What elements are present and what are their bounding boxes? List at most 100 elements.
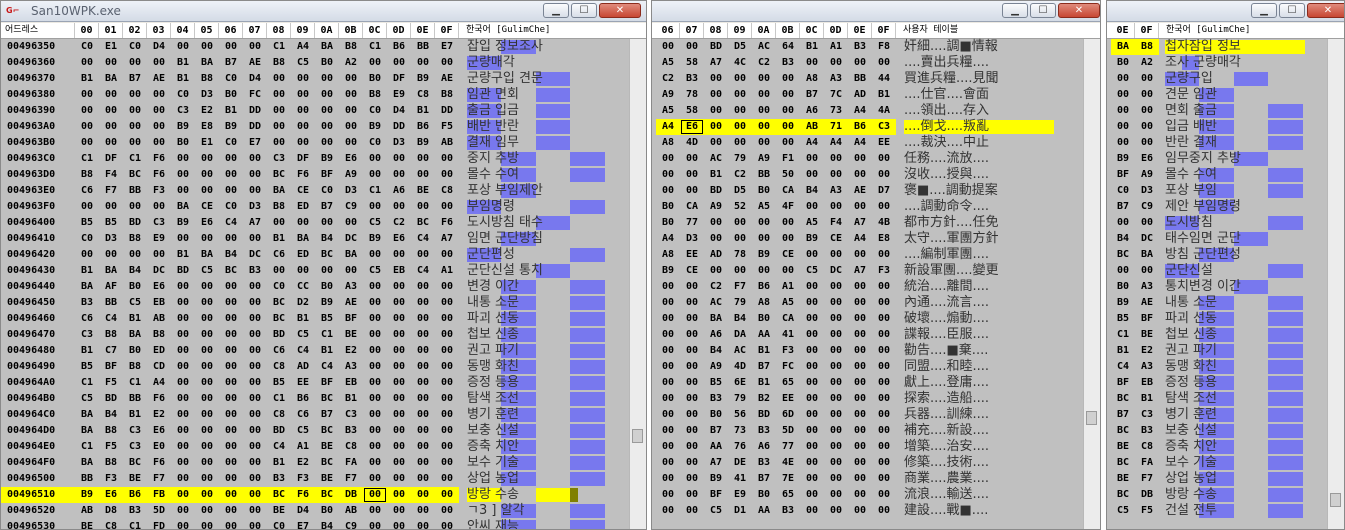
hex-byte-cell[interactable]: C4 xyxy=(315,359,339,375)
hex-byte-cell[interactable]: 00 xyxy=(680,423,704,439)
hex-byte-cell[interactable]: B0 xyxy=(363,71,387,87)
hex-byte-cell[interactable]: F1 xyxy=(776,151,800,167)
hex-byte-cell[interactable]: B3 xyxy=(752,423,776,439)
hex-byte-cell[interactable]: 00 xyxy=(387,487,411,503)
hex-byte-cell[interactable]: 00 xyxy=(800,295,824,311)
hex-byte-cell[interactable]: 00 xyxy=(752,103,776,119)
hex-byte-cell[interactable]: AC xyxy=(704,295,728,311)
hex-byte-cell[interactable]: AC xyxy=(728,343,752,359)
close-button[interactable]: ✕ xyxy=(1058,3,1100,18)
hex-byte-cell[interactable]: CA xyxy=(776,311,800,327)
hex-byte-cell[interactable]: F4 xyxy=(99,167,123,183)
hex-byte-cell[interactable]: 00 xyxy=(800,375,824,391)
hex-byte-cell[interactable]: 00 xyxy=(848,327,872,343)
hex-byte-cell[interactable]: 00 xyxy=(752,71,776,87)
hex-byte-cell[interactable]: 00 xyxy=(363,151,387,167)
hex-byte-cell[interactable]: 00 xyxy=(872,151,896,167)
hex-byte-cell[interactable]: F5 xyxy=(1135,503,1159,519)
hex-byte-cell[interactable]: BD xyxy=(99,391,123,407)
hex-byte-cell[interactable]: 00 xyxy=(728,71,752,87)
hex-byte-cell[interactable]: BF xyxy=(339,311,363,327)
hex-byte-cell[interactable]: BF xyxy=(1135,311,1159,327)
hex-byte-cell[interactable]: 00 xyxy=(728,103,752,119)
hex-byte-cell[interactable]: FC xyxy=(243,87,267,103)
hex-row[interactable]: A4 D3 00 00 00 00 B9 CE A4 E8 太守....軍團方針 xyxy=(652,231,1082,247)
hex-row[interactable]: 004963A0 00 00 00 00 B9 E8 B9 DD 00 00 00 00 B9 DD B6 F5… xyxy=(1,119,631,135)
hex-byte-cell[interactable]: 00 xyxy=(315,215,339,231)
vertical-scrollbar[interactable] xyxy=(629,39,646,529)
hex-byte-cell[interactable]: 00 xyxy=(824,295,848,311)
hex-byte-cell[interactable]: B9 xyxy=(411,135,435,151)
hex-byte-cell[interactable]: B7 xyxy=(752,471,776,487)
hex-byte-cell[interactable]: 00 xyxy=(411,487,435,503)
hex-byte-cell[interactable]: 5D xyxy=(776,423,800,439)
hex-byte-cell[interactable]: B0 xyxy=(752,487,776,503)
hex-byte-cell[interactable]: BF xyxy=(1111,375,1135,391)
minimize-button[interactable]: ▁ xyxy=(1002,3,1028,18)
hex-byte-cell[interactable]: B5 xyxy=(75,359,99,375)
hex-byte-cell[interactable]: 00 xyxy=(728,135,752,151)
hex-byte-cell[interactable]: BD xyxy=(752,407,776,423)
hex-byte-cell[interactable]: B8 xyxy=(99,327,123,343)
hex-byte-cell[interactable]: C6 xyxy=(75,311,99,327)
hex-byte-cell[interactable]: 00 xyxy=(435,55,459,71)
hex-byte-cell[interactable]: 00 xyxy=(171,311,195,327)
hex-byte-cell[interactable]: 00 xyxy=(1111,263,1135,279)
hex-byte-cell[interactable]: 00 xyxy=(824,487,848,503)
hex-byte-cell[interactable]: 00 xyxy=(411,359,435,375)
hex-byte-cell[interactable]: 00 xyxy=(656,455,680,471)
hex-byte-cell[interactable]: C5 xyxy=(363,215,387,231)
hex-byte-cell[interactable]: DE xyxy=(728,455,752,471)
hex-byte-cell[interactable]: 4B xyxy=(872,215,896,231)
hex-byte-cell[interactable]: 00 xyxy=(219,311,243,327)
hex-byte-cell[interactable]: B9 xyxy=(704,471,728,487)
hex-byte-cell[interactable]: 00 xyxy=(824,375,848,391)
hex-byte-cell[interactable]: 00 xyxy=(1111,215,1135,231)
hex-row[interactable]: 00496420 00 00 00 00 B1 BA B4 DC C6 ED BC BA 00 00 00 00… xyxy=(1,247,631,263)
hex-byte-cell[interactable]: C4 xyxy=(1111,359,1135,375)
hex-row[interactable]: BC BA 방침 군단편성 xyxy=(1107,247,1329,263)
hex-byte-cell[interactable]: 00 xyxy=(1135,119,1159,135)
hex-byte-cell[interactable]: 00 xyxy=(219,327,243,343)
hex-byte-cell[interactable]: 00 xyxy=(435,407,459,423)
hex-byte-cell[interactable]: BC xyxy=(1111,391,1135,407)
hex-byte-cell[interactable]: CE xyxy=(680,263,704,279)
hex-byte-cell[interactable]: 00 xyxy=(123,135,147,151)
hex-byte-cell[interactable]: 00 xyxy=(195,311,219,327)
hex-byte-cell[interactable]: 00 xyxy=(147,119,171,135)
hex-byte-cell[interactable]: 00 xyxy=(848,407,872,423)
hex-row[interactable]: B4 DC 태수임면 군단 xyxy=(1107,231,1329,247)
hex-byte-cell[interactable]: 00 xyxy=(195,327,219,343)
hex-byte-cell[interactable]: B5 xyxy=(1111,311,1135,327)
hex-byte-cell[interactable]: 00 xyxy=(435,471,459,487)
hex-byte-cell[interactable]: 00 xyxy=(315,135,339,151)
hex-byte-cell[interactable]: 00 xyxy=(219,231,243,247)
hex-byte-cell[interactable]: B8 xyxy=(267,199,291,215)
hex-byte-cell[interactable]: E7 xyxy=(435,39,459,55)
hex-byte-cell[interactable]: 00 xyxy=(800,359,824,375)
hex-byte-cell[interactable]: B4 xyxy=(1111,231,1135,247)
hex-row[interactable]: 004964F0 BA B8 BC F6 00 00 00 00 B1 E2 BC FA 00 00 00 00… xyxy=(1,455,631,471)
hex-byte-cell[interactable]: 00 xyxy=(656,183,680,199)
hex-byte-cell[interactable]: B0 xyxy=(752,311,776,327)
hex-byte-cell[interactable]: 00 xyxy=(411,439,435,455)
hex-byte-cell[interactable]: B8 xyxy=(123,359,147,375)
hex-byte-cell[interactable]: 00 xyxy=(387,327,411,343)
hex-byte-cell[interactable]: B4 xyxy=(219,247,243,263)
hex-byte-cell[interactable]: 00 xyxy=(363,279,387,295)
hex-byte-cell[interactable]: 00 xyxy=(387,199,411,215)
hex-row[interactable]: 00 00 B4 AC B1 F3 00 00 00 00 勸告....■棄.... xyxy=(652,343,1082,359)
hex-byte-cell[interactable]: A9 xyxy=(339,167,363,183)
hex-byte-cell[interactable]: 00 xyxy=(243,375,267,391)
hex-byte-cell[interactable]: 00 xyxy=(195,343,219,359)
hex-byte-cell[interactable]: DB xyxy=(339,487,363,503)
hex-byte-cell[interactable]: 00 xyxy=(680,455,704,471)
hex-row[interactable]: 00 00 견문 임관 xyxy=(1107,87,1329,103)
hex-byte-cell[interactable]: 00 xyxy=(776,119,800,135)
hex-row[interactable]: 00 00 B1 C2 BB 50 00 00 00 00 沒收....授與.... xyxy=(652,167,1082,183)
hex-byte-cell[interactable]: 00 xyxy=(363,471,387,487)
hex-byte-cell[interactable]: D3 xyxy=(680,231,704,247)
hex-byte-cell[interactable]: 00 xyxy=(171,503,195,519)
hex-byte-cell[interactable]: 00 xyxy=(291,119,315,135)
hex-byte-cell[interactable]: 00 xyxy=(243,503,267,519)
